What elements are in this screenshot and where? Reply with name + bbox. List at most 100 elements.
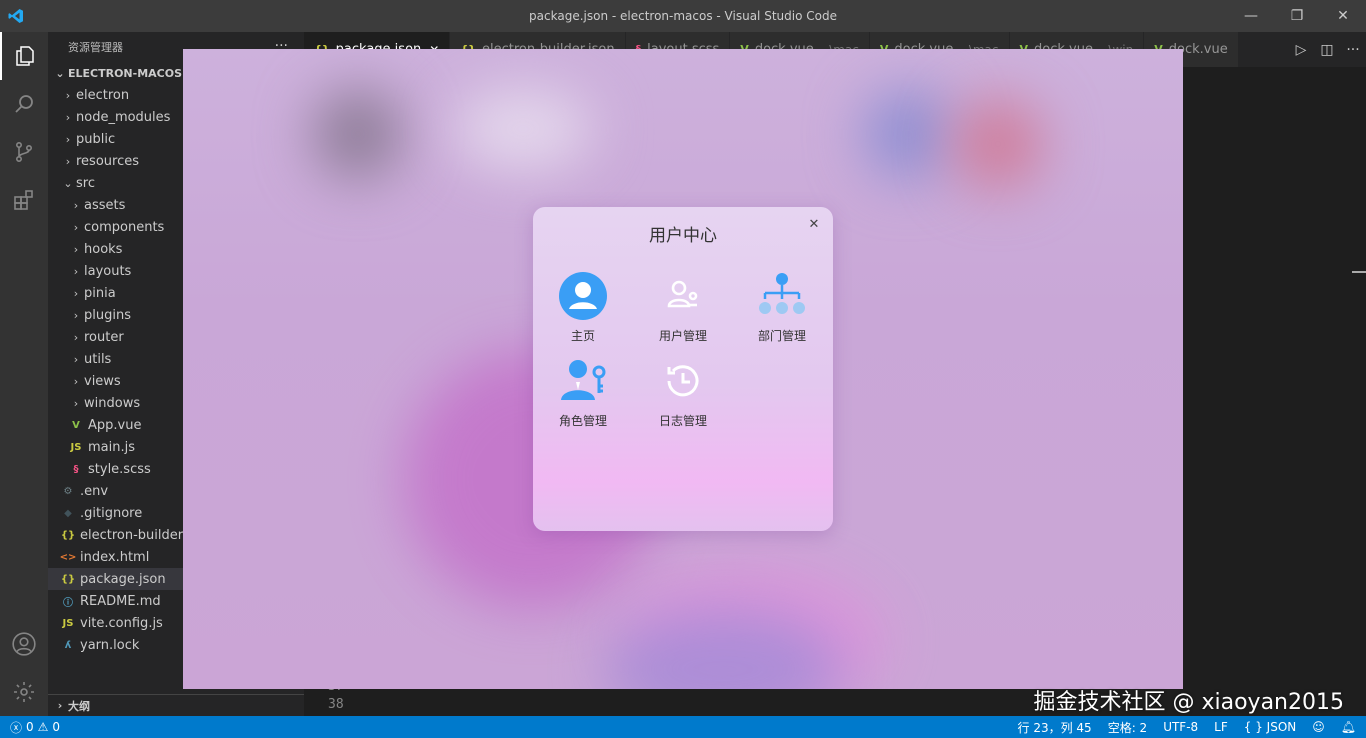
split-editor-icon[interactable]: ◫ bbox=[1314, 42, 1340, 58]
warning-icon: ⚠ bbox=[37, 720, 49, 734]
file-type-icon: § bbox=[73, 463, 79, 475]
home-user-icon bbox=[556, 269, 610, 323]
problems-indicator[interactable]: ⓧ 0 ⚠ 0 bbox=[0, 719, 60, 736]
account-icon[interactable] bbox=[0, 620, 48, 668]
tree-item-label: index.html bbox=[80, 549, 150, 565]
tile-label: 角色管理 bbox=[558, 414, 607, 428]
tree-item-label: hooks bbox=[84, 241, 123, 257]
search-icon[interactable] bbox=[0, 80, 48, 128]
tree-item-label: electron bbox=[76, 87, 130, 103]
user-center-dialog: 用户中心 ✕ 主页 用户管理 部门管理 角色管理 日志管理 bbox=[533, 207, 833, 531]
tree-item-label: plugins bbox=[84, 307, 131, 323]
tile-label: 部门管理 bbox=[757, 329, 806, 343]
file-type-icon: ⓘ bbox=[63, 597, 73, 609]
user-manage-icon bbox=[656, 269, 710, 323]
cursor-position[interactable]: 行 23，列 45 bbox=[1018, 719, 1092, 736]
blurred-avatar bbox=[313, 89, 403, 179]
tree-item-label: README.md bbox=[80, 593, 161, 609]
tree-item-label: electron-builder.js bbox=[80, 527, 197, 543]
dialog-title: 用户中心 bbox=[649, 226, 717, 246]
source-control-icon[interactable] bbox=[0, 128, 48, 176]
chevron-right-icon: › bbox=[65, 88, 71, 102]
window-title: package.json - electron-macos - Visual S… bbox=[529, 9, 837, 23]
chevron-right-icon: › bbox=[73, 242, 79, 256]
chevron-right-icon: › bbox=[73, 286, 79, 300]
line-number: 38 bbox=[328, 697, 344, 712]
tree-item-label: assets bbox=[84, 197, 126, 213]
run-icon[interactable]: ▷ bbox=[1288, 42, 1314, 58]
tile-role-management[interactable]: 角色管理 bbox=[533, 354, 633, 434]
close-window-button[interactable]: ✕ bbox=[1320, 0, 1366, 32]
tree-item-label: pinia bbox=[84, 285, 116, 301]
tile-log-management[interactable]: 日志管理 bbox=[633, 354, 733, 434]
tree-item-label: public bbox=[76, 131, 116, 147]
editor-actions: ▷ ◫ ··· bbox=[1288, 32, 1366, 67]
tree-item-label: package.json bbox=[80, 571, 166, 587]
watermark: 掘金技术社区 @ xiaoyan2015 bbox=[1033, 690, 1345, 715]
tree-item-label: node_modules bbox=[76, 109, 171, 125]
tree-item-label: main.js bbox=[88, 439, 135, 455]
settings-icon[interactable] bbox=[0, 668, 48, 716]
more-icon[interactable]: ··· bbox=[1340, 42, 1366, 58]
chevron-down-icon: ⌄ bbox=[55, 66, 65, 80]
tile-user-management[interactable]: 用户管理 bbox=[633, 269, 733, 349]
tree-item-label: windows bbox=[84, 395, 141, 411]
status-bar: ⓧ 0 ⚠ 0 行 23，列 45 空格: 2 UTF-8 LF { } JSO… bbox=[0, 716, 1366, 738]
notifications-icon[interactable]: 🔔︎ bbox=[1341, 720, 1356, 734]
file-type-icon: ◆ bbox=[64, 507, 72, 519]
tree-item-label: App.vue bbox=[88, 417, 142, 433]
language-mode[interactable]: { } JSON bbox=[1244, 720, 1296, 734]
file-type-icon: JS bbox=[70, 441, 82, 453]
tree-item-label: yarn.lock bbox=[80, 637, 140, 653]
outline-section[interactable]: › 大纲 bbox=[48, 694, 304, 716]
tree-item-label: router bbox=[84, 329, 124, 345]
tree-item-label: utils bbox=[84, 351, 112, 367]
tile-label: 主页 bbox=[570, 329, 595, 343]
chevron-right-icon: › bbox=[65, 154, 71, 168]
chevron-right-icon: › bbox=[65, 110, 71, 124]
chevron-right-icon: › bbox=[73, 264, 79, 278]
tile-label: 用户管理 bbox=[658, 329, 707, 343]
tree-item-label: views bbox=[84, 373, 121, 389]
file-type-icon: V bbox=[72, 419, 80, 431]
blurred-shape bbox=[863, 89, 953, 179]
tile-department-management[interactable]: 部门管理 bbox=[732, 269, 832, 349]
blurred-shape bbox=[453, 89, 593, 169]
chevron-right-icon: › bbox=[73, 374, 79, 388]
extensions-icon[interactable] bbox=[0, 176, 48, 224]
scrollbar-marker[interactable] bbox=[1352, 271, 1366, 273]
chevron-right-icon: › bbox=[73, 396, 79, 410]
org-chart-icon bbox=[755, 269, 809, 323]
file-type-icon: {} bbox=[60, 529, 76, 541]
chevron-right-icon: › bbox=[73, 330, 79, 344]
encoding[interactable]: UTF-8 bbox=[1163, 720, 1198, 734]
file-type-icon: {} bbox=[60, 573, 76, 585]
close-icon[interactable]: ✕ bbox=[805, 215, 823, 233]
tile-home[interactable]: 主页 bbox=[533, 269, 633, 349]
tree-item-label: .gitignore bbox=[80, 505, 143, 521]
role-key-icon bbox=[556, 354, 610, 408]
vscode-logo-icon bbox=[0, 0, 32, 32]
explorer-icon[interactable] bbox=[0, 32, 48, 80]
file-type-icon: ⚙ bbox=[63, 485, 73, 497]
tree-item-label: layouts bbox=[84, 263, 132, 279]
chevron-right-icon: › bbox=[73, 352, 79, 366]
tree-item-label: .env bbox=[80, 483, 109, 499]
restore-button[interactable]: ❐ bbox=[1274, 0, 1320, 32]
indentation[interactable]: 空格: 2 bbox=[1108, 719, 1148, 736]
log-clock-icon bbox=[656, 354, 710, 408]
error-icon: ⓧ bbox=[10, 720, 23, 735]
activity-bar bbox=[0, 32, 48, 716]
minimize-button[interactable]: — bbox=[1228, 0, 1274, 32]
blurred-shape bbox=[953, 99, 1043, 189]
tree-item-label: style.scss bbox=[88, 461, 151, 477]
feedback-icon[interactable]: ☺ bbox=[1312, 720, 1325, 734]
line-ending[interactable]: LF bbox=[1214, 720, 1228, 734]
chevron-right-icon: › bbox=[57, 699, 63, 712]
warning-count: 0 bbox=[52, 720, 61, 734]
tree-item-label: src bbox=[76, 175, 95, 191]
file-type-icon: ʎ bbox=[64, 639, 72, 651]
tree-item-label: components bbox=[84, 219, 165, 235]
chevron-right-icon: › bbox=[73, 198, 79, 212]
tree-item-label: resources bbox=[76, 153, 140, 169]
